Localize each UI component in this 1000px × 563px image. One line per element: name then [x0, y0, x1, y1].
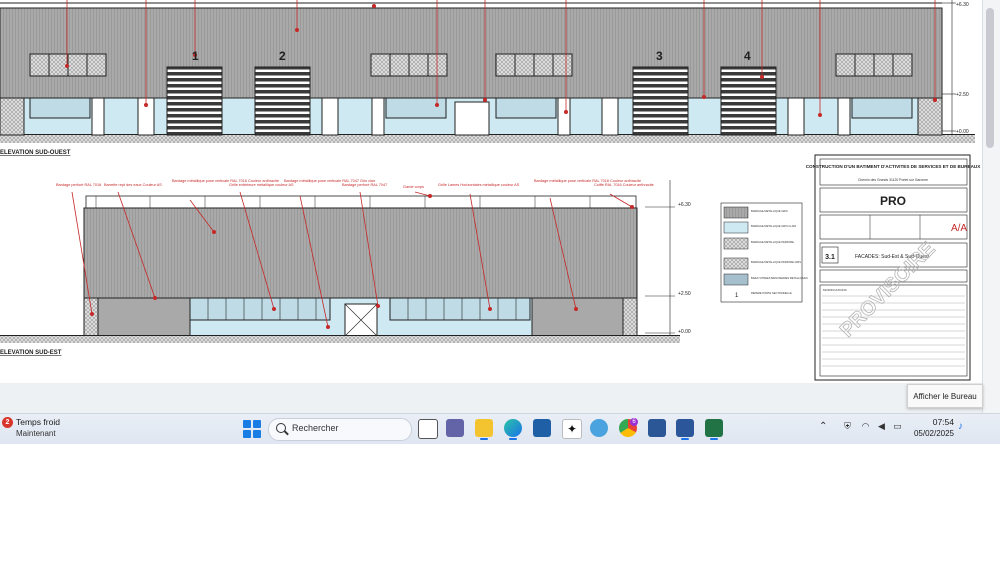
annotation-4: Grille extérieure métallique couleur AS	[229, 183, 294, 187]
clock-time[interactable]: 07:54	[912, 417, 954, 427]
legend: BARDAGE METALLIQUE GRIS BARDAGE METALLIQ…	[720, 202, 808, 303]
facade-drawing: +6.30 +2.50 +0.00 1 2 3 4 ELEVATION SUD-…	[0, 0, 981, 381]
defender-icon[interactable]: ⛨	[842, 421, 853, 432]
word-icon[interactable]	[676, 419, 694, 437]
cartouche-logo: A/A	[951, 223, 967, 234]
door-f	[557, 97, 571, 136]
bottom-window-left	[189, 297, 331, 321]
search-box[interactable]	[268, 418, 412, 441]
lower-window-3	[495, 97, 557, 119]
door-d	[371, 97, 385, 136]
show-desktop-tooltip: Afficher le Bureau	[907, 384, 983, 408]
annotation-7: Garde corps	[403, 185, 424, 189]
door-h	[787, 97, 805, 136]
dropbox-icon[interactable]: ✦	[562, 419, 582, 439]
notification-bell-icon[interactable]: ♪	[958, 422, 968, 432]
annotation-8: Grille Lames Horizontales métallique cou…	[438, 183, 520, 187]
legend-item-2: BARDAGE METALLIQUE GRIS CLAIR	[751, 224, 796, 228]
shutter-door-3	[632, 66, 689, 136]
elevation-top-title: ELEVATION SUD-OUEST	[0, 150, 71, 156]
level-bottom-3: +0.00	[678, 329, 691, 335]
legend-item-3: BARDAGE METALLIQUE PERFORE	[751, 240, 794, 244]
modifications-label: MODIFICATIONS	[823, 288, 847, 292]
file-explorer-active-indicator	[480, 438, 488, 440]
elevation-bottom-title: ELEVATION SUD-EST	[0, 350, 62, 356]
annotation-1: Bardage perforé RAL 7016	[56, 183, 101, 187]
level-top-2: +2.50	[956, 92, 969, 98]
excel-icon[interactable]	[705, 419, 723, 437]
lower-window-4	[851, 97, 913, 119]
legend-item-5: BAIES VITREES MENUISERIES METALLIQUES	[751, 276, 808, 280]
level-top-1: +6.30	[956, 2, 969, 8]
store-icon[interactable]	[533, 419, 551, 437]
door-a	[91, 97, 105, 136]
project-address: Chemin des Grands 31120 Portet sur Garon…	[858, 178, 928, 182]
shutter-door-4	[720, 66, 777, 136]
level-bottom-2: +2.50	[678, 291, 691, 297]
door-c	[321, 97, 339, 136]
search-icon	[276, 423, 286, 433]
drawing-viewer[interactable]: +6.30 +2.50 +0.00 1 2 3 4 ELEVATION SUD-…	[0, 0, 1000, 413]
annotation-6: Bardage perforé RAL 7047	[342, 183, 387, 187]
file-explorer-icon[interactable]	[475, 419, 493, 437]
wifi-icon[interactable]: ◠	[860, 421, 871, 432]
excel-active-indicator	[710, 438, 718, 440]
door-g	[601, 97, 619, 136]
weather-title: Temps froid	[16, 417, 60, 427]
annotation-10: Coiffe RAL 7016 Couleur anthracite	[594, 183, 654, 187]
start-button[interactable]	[243, 420, 261, 438]
door-number-4: 4	[744, 49, 751, 63]
door-i	[837, 97, 851, 136]
door-number-3: 3	[656, 49, 663, 63]
legend-item-4: BARDAGE METALLIQUE PERFORE GRIS	[751, 260, 801, 264]
chrome-badge: 6	[630, 418, 638, 426]
bottom-window-right	[389, 297, 531, 321]
weather-subtitle: Maintenant	[16, 429, 56, 438]
shutter-door-1	[166, 66, 223, 136]
horizontal-scroll-area[interactable]	[0, 383, 982, 413]
bottom-facade-upper	[83, 207, 638, 299]
edge-active-indicator	[509, 438, 517, 440]
upper-window-group-2	[370, 53, 448, 77]
sheet-number: 3.1	[825, 254, 835, 261]
edge-icon[interactable]	[504, 419, 522, 437]
scrollbar-thumb[interactable]	[986, 8, 994, 148]
door-number-1: 1	[192, 49, 199, 63]
weather-alert-icon: 2	[2, 417, 13, 428]
empty-area	[0, 444, 1000, 563]
volume-icon[interactable]: ◀	[876, 421, 887, 432]
door-number-2: 2	[279, 49, 286, 63]
remote-desktop-icon[interactable]	[648, 419, 666, 437]
level-bottom-1: +6.30	[678, 202, 691, 208]
app-icon[interactable]	[590, 419, 608, 437]
level-top-3: +0.00	[956, 129, 969, 135]
top-facade-upper	[0, 7, 943, 99]
phase-label: PRO	[880, 194, 906, 208]
lower-window-1	[29, 97, 91, 119]
legend-item-1: BARDAGE METALLIQUE GRIS	[751, 209, 788, 213]
project-title: CONSTRUCTION D'UN BATIMENT D'ACTIVITES D…	[806, 164, 981, 169]
task-view-icon[interactable]	[418, 419, 438, 439]
shutter-door-2	[254, 66, 311, 136]
teams-icon[interactable]	[446, 419, 464, 437]
clock-date[interactable]: 05/02/2025	[906, 429, 954, 438]
upper-window-group-4	[835, 53, 913, 77]
search-placeholder: Rechercher	[292, 423, 339, 433]
door-e	[454, 101, 490, 136]
chevron-up-icon[interactable]: ⌃	[819, 421, 827, 432]
annotation-2: Barrette rept des eaux Couleur AS	[104, 183, 162, 187]
title-block: CONSTRUCTION D'UN BATIMENT D'ACTIVITES D…	[806, 154, 981, 381]
battery-icon[interactable]: ▭	[892, 421, 903, 432]
upper-window-group-3	[495, 53, 573, 77]
legend-item-6: REPERE PORTE SECTIONNELLE	[751, 291, 792, 295]
word-active-indicator	[681, 438, 689, 440]
weather-widget[interactable]: 2 Temps froid Maintenant	[2, 417, 92, 441]
